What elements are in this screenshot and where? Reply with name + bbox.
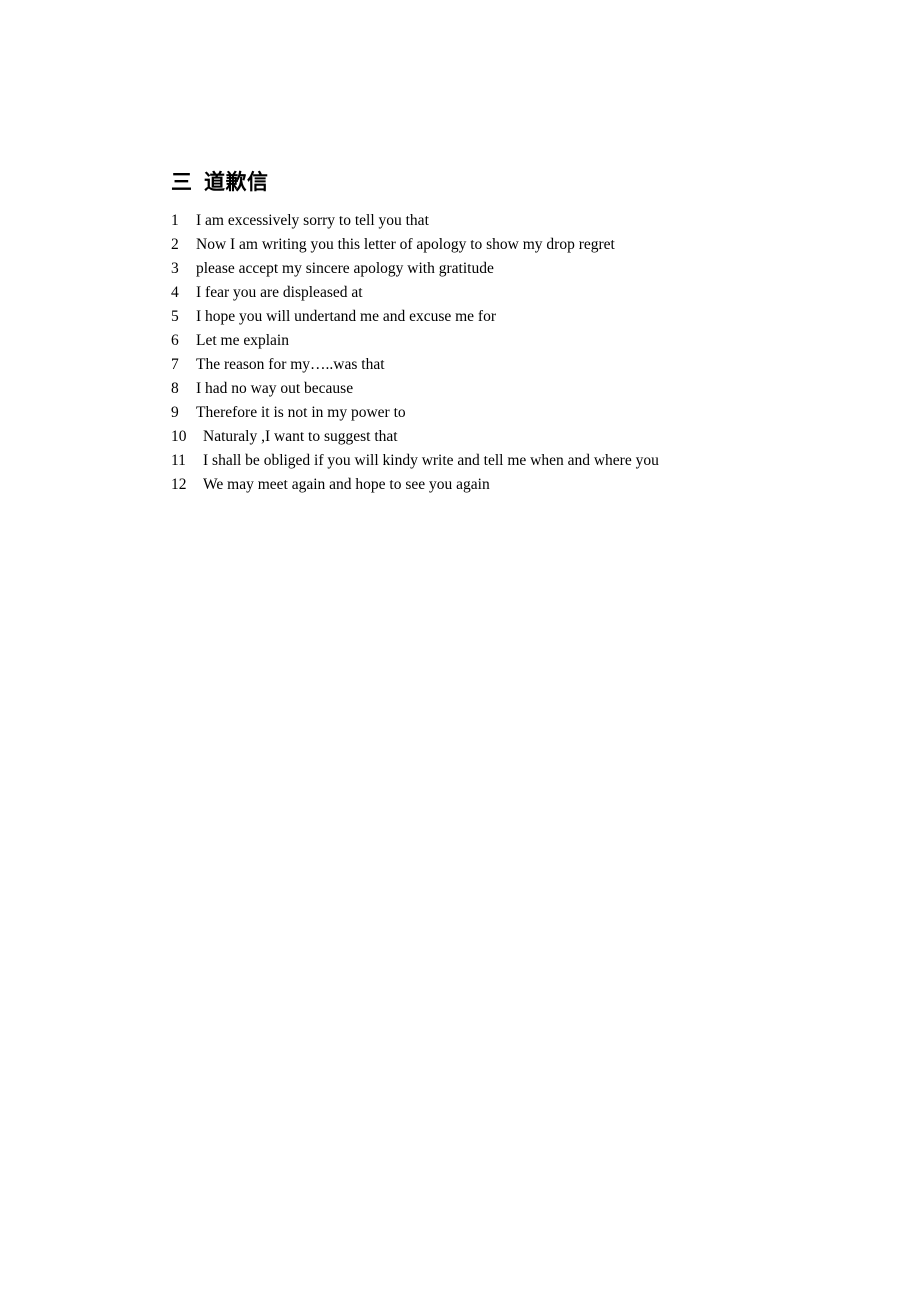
list-item: 4 I fear you are displeased at [171, 281, 811, 305]
list-item-text: Now I am writing you this letter of apol… [196, 236, 615, 253]
list-item: 8 I had no way out because [171, 377, 811, 401]
list-item-text: I fear you are displeased at [196, 284, 363, 301]
list-item: 2 Now I am writing you this letter of apo… [171, 233, 811, 257]
list-item-text: I had no way out because [196, 380, 354, 397]
list-item-number: 2 [171, 236, 179, 253]
list-item-number: 12 [171, 476, 187, 493]
list-item: 5 I hope you will undertand me and excuse… [171, 305, 811, 329]
list-item-text: Let me explain [196, 332, 289, 349]
list-item-number: 10 [171, 428, 187, 445]
list-item: 12 We may meet again and hope to see you … [171, 473, 811, 497]
list-item-text: We may meet again and hope to see you ag… [203, 476, 490, 493]
list-item-number: 8 [171, 380, 179, 397]
list-item-number: 3 [171, 260, 179, 277]
list-item: 11 I shall be obliged if you will kindy w… [171, 449, 811, 473]
document-page: 三 道歉信 1 I am excessively sorry to tell yo… [0, 0, 920, 1302]
list-item-text: I hope you will undertand me and excuse … [196, 308, 497, 325]
list-item-text: Therefore it is not in my power to [196, 404, 406, 421]
list-item-text: please accept my sincere apology with gr… [196, 260, 494, 277]
list-item-number: 7 [171, 356, 179, 373]
list-item-number: 6 [171, 332, 179, 349]
list-item: 3 please accept my sincere apology with g… [171, 257, 811, 281]
list-item-number: 9 [171, 404, 179, 421]
list-item-number: 5 [171, 308, 179, 325]
list-item-text: The reason for my…..was that [196, 356, 385, 373]
list-item: 10 Naturaly ,I want to suggest that [171, 425, 811, 449]
list-item-text: I am excessively sorry to tell you that [196, 212, 429, 229]
list-item-number: 4 [171, 284, 179, 301]
page-title: 三 道歉信 [171, 170, 269, 194]
list-item: 9 Therefore it is not in my power to [171, 401, 811, 425]
list-item-text: Naturaly ,I want to suggest that [203, 428, 398, 445]
list-item: 6 Let me explain [171, 329, 811, 353]
list-item-number: 11 [171, 452, 186, 469]
list-item: 7 The reason for my…..was that [171, 353, 811, 377]
phrase-list: 1 I am excessively sorry to tell you that… [171, 209, 811, 497]
list-item: 1 I am excessively sorry to tell you that [171, 209, 811, 233]
list-item-text: I shall be obliged if you will kindy wri… [203, 452, 659, 469]
list-item-number: 1 [171, 212, 179, 229]
